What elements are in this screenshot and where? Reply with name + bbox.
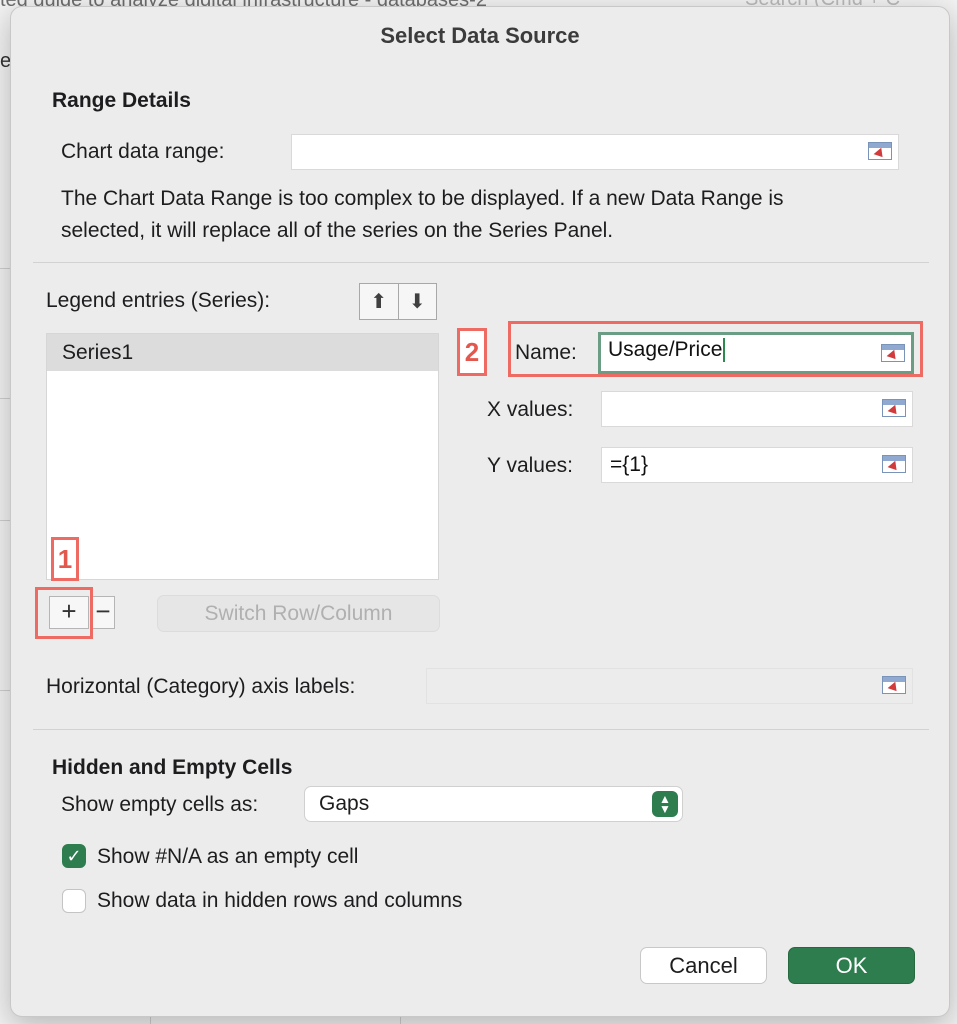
y-values-value: ={1} (610, 453, 648, 476)
category-axis-label: Horizontal (Category) axis labels: (46, 675, 356, 698)
range-picker-icon[interactable] (882, 455, 906, 474)
y-values-label: Y values: (487, 454, 573, 477)
y-values-field[interactable]: ={1} (601, 447, 913, 483)
series-order-buttons: ⬆︎ ⬇︎ (359, 283, 437, 320)
show-empty-label: Show empty cells as: (61, 793, 259, 816)
show-empty-value: Gaps (319, 792, 370, 815)
chart-data-range-field[interactable] (291, 134, 899, 170)
remove-series-button[interactable]: − (91, 596, 115, 629)
select-data-source-dialog: Select Data Source Range Details Chart d… (10, 6, 950, 1017)
section-divider (33, 262, 929, 263)
arrow-up-icon[interactable]: ⬆︎ (360, 284, 398, 319)
background-gridline (150, 1016, 151, 1024)
range-picker-icon[interactable] (882, 399, 906, 418)
range-picker-icon[interactable] (868, 142, 892, 161)
range-details-heading: Range Details (52, 89, 191, 112)
category-axis-field[interactable] (426, 668, 913, 704)
chart-data-range-label: Chart data range: (61, 140, 225, 163)
show-hidden-checkbox[interactable] (62, 889, 86, 913)
show-empty-select[interactable]: Gaps ▲ ▼ (304, 786, 683, 822)
x-values-label: X values: (487, 398, 574, 421)
background-gridline (400, 1016, 401, 1024)
legend-entries-label: Legend entries (Series): (46, 289, 271, 312)
show-hidden-label: Show data in hidden rows and columns (97, 889, 463, 912)
hidden-empty-heading: Hidden and Empty Cells (52, 756, 293, 779)
show-na-checkbox[interactable]: ✓ (62, 844, 86, 868)
annotation-number-1: 1 (51, 537, 79, 581)
arrow-down-icon[interactable]: ⬇︎ (397, 284, 437, 319)
range-complexity-message: The Chart Data Range is too complex to b… (61, 187, 784, 242)
show-na-label: Show #N/A as an empty cell (97, 845, 359, 868)
series-list-item[interactable]: Series1 (47, 334, 438, 371)
x-values-field[interactable] (601, 391, 913, 427)
annotation-box-2 (508, 321, 923, 377)
ok-button[interactable]: OK (788, 947, 915, 984)
series-listbox[interactable]: Series1 (46, 333, 439, 580)
section-divider (33, 729, 929, 730)
chevron-updown-icon: ▲ ▼ (652, 791, 678, 817)
dialog-title: Select Data Source (380, 23, 580, 48)
annotation-number-2: 2 (457, 328, 487, 376)
range-picker-icon[interactable] (882, 676, 906, 695)
annotation-box-1 (35, 587, 93, 639)
cancel-button[interactable]: Cancel (640, 947, 767, 984)
switch-row-column-button[interactable]: Switch Row/Column (157, 595, 440, 632)
